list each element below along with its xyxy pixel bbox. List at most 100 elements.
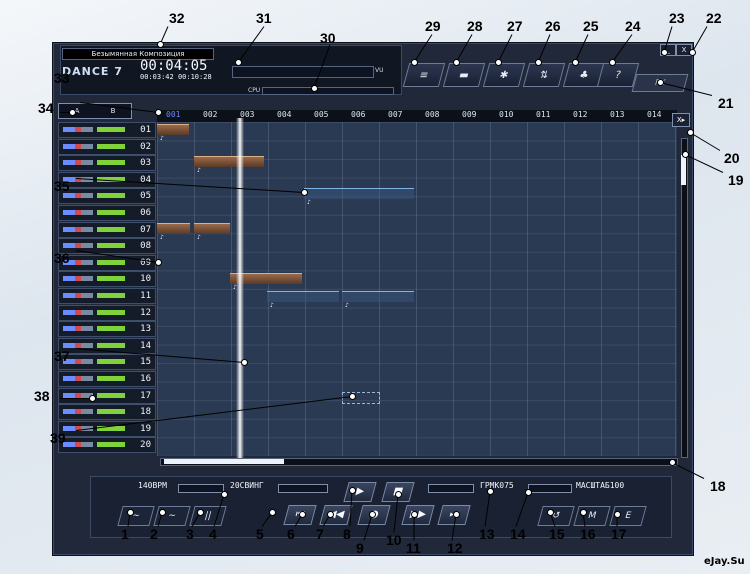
track-row[interactable]: 10	[58, 271, 156, 288]
sample-block[interactable]: ♪	[304, 188, 414, 206]
sample-block[interactable]: ♪	[157, 124, 189, 142]
track-row[interactable]: 02	[58, 138, 156, 155]
track-volume-slider[interactable]	[97, 326, 125, 332]
track-volume-slider[interactable]	[97, 409, 125, 415]
horizontal-scroll-thumb[interactable]	[164, 459, 284, 464]
track-mute-solo[interactable]	[63, 276, 93, 282]
track-mute-solo[interactable]	[63, 143, 93, 149]
bar-label[interactable]: 014	[647, 110, 661, 119]
sample-block[interactable]: ♪	[267, 291, 339, 309]
track-mute-solo[interactable]	[63, 226, 93, 232]
track-row[interactable]: 03	[58, 155, 156, 172]
bar-label[interactable]: 007	[388, 110, 402, 119]
bar-label[interactable]: 011	[536, 110, 550, 119]
callout-dot	[689, 49, 696, 56]
track-row[interactable]: 05	[58, 188, 156, 205]
track-mute-solo[interactable]	[63, 293, 93, 298]
track-volume-slider[interactable]	[97, 210, 125, 215]
track-row[interactable]: 01	[58, 122, 156, 138]
track-row[interactable]: 11	[58, 288, 156, 304]
track-volume-slider[interactable]	[97, 392, 125, 398]
scale-slider[interactable]	[528, 484, 572, 493]
playback-cursor[interactable]	[236, 118, 244, 458]
track-row[interactable]: 09	[58, 254, 156, 271]
rpm-slider[interactable]	[428, 484, 474, 493]
bar-ruler[interactable]	[157, 110, 677, 122]
track-row[interactable]: 15	[58, 354, 156, 371]
effects-button[interactable]: ✱	[482, 63, 526, 87]
swing-slider[interactable]	[278, 484, 328, 493]
mode-button-5[interactable]: M	[573, 506, 611, 526]
track-mute-solo[interactable]	[63, 210, 93, 215]
bar-label[interactable]: 012	[573, 110, 587, 119]
sample-block[interactable]: ♪	[342, 291, 414, 309]
mode-button-1[interactable]: ~	[117, 506, 155, 526]
track-mute-solo[interactable]	[63, 127, 93, 132]
bar-label[interactable]: 013	[610, 110, 624, 119]
mode-button-3[interactable]: ||	[189, 506, 227, 526]
track-volume-slider[interactable]	[97, 376, 125, 381]
track-volume-slider[interactable]	[97, 143, 125, 149]
track-mute-solo[interactable]	[63, 243, 93, 249]
vertical-scroll-thumb[interactable]	[681, 155, 686, 185]
track-row[interactable]: 18	[58, 404, 156, 421]
help-icon: ?	[613, 69, 623, 81]
track-volume-slider[interactable]	[97, 359, 125, 365]
folder-button[interactable]: ▬	[442, 63, 486, 87]
sample-block[interactable]: ♪	[194, 223, 230, 241]
callout-dot	[535, 59, 542, 66]
track-volume-slider[interactable]	[97, 160, 125, 166]
track-mute-solo[interactable]	[63, 326, 93, 332]
track-row[interactable]: 06	[58, 205, 156, 221]
track-volume-slider[interactable]	[97, 127, 125, 132]
sample-block[interactable]: ♪	[157, 223, 190, 241]
track-volume-slider[interactable]	[97, 293, 125, 298]
toggle-left[interactable]: A	[59, 104, 95, 118]
track-volume-slider[interactable]	[97, 276, 125, 282]
mode-button-4[interactable]: ↺	[537, 506, 575, 526]
close-track-view-button[interactable]: X▸	[672, 113, 690, 127]
track-volume-slider[interactable]	[97, 442, 125, 448]
vertical-scrollbar[interactable]	[681, 138, 688, 458]
bar-label[interactable]: 009	[462, 110, 476, 119]
callout-dot	[669, 459, 676, 466]
track-row[interactable]: 12	[58, 304, 156, 321]
callout-dot	[682, 151, 689, 158]
track-volume-slider[interactable]	[97, 193, 125, 199]
track-row[interactable]: 07	[58, 221, 156, 238]
track-row[interactable]: 19	[58, 420, 156, 437]
bar-label[interactable]: 005	[314, 110, 328, 119]
bar-label[interactable]: 010	[499, 110, 513, 119]
track-mute-solo[interactable]	[63, 442, 93, 448]
track-mute-solo[interactable]	[63, 193, 93, 199]
sample-block[interactable]: ♪	[194, 156, 264, 174]
sample-placeholder[interactable]	[342, 392, 380, 404]
bpm-slider[interactable]	[178, 484, 224, 493]
play-button[interactable]: ▶	[343, 482, 377, 502]
track-mute-solo[interactable]	[63, 160, 93, 166]
track-volume-slider[interactable]	[97, 243, 125, 249]
bar-label[interactable]: 006	[351, 110, 365, 119]
callout-dot	[411, 511, 418, 518]
time-display: 00:04:05	[140, 58, 208, 74]
list-button[interactable]: ≡	[402, 63, 446, 87]
track-row[interactable]: 16	[58, 371, 156, 387]
track-row[interactable]: 20	[58, 437, 156, 454]
forward-button[interactable]: ▶▶	[401, 505, 435, 525]
track-mute-solo[interactable]	[63, 409, 93, 415]
callout-number: 22	[706, 10, 722, 26]
track-mute-solo[interactable]	[63, 376, 93, 381]
bar-label[interactable]: 002	[203, 110, 217, 119]
bar-label[interactable]: 004	[277, 110, 291, 119]
track-volume-slider[interactable]	[97, 226, 125, 232]
track-row[interactable]: 17	[58, 387, 156, 404]
track-volume-slider[interactable]	[97, 342, 125, 348]
mixer-button[interactable]: ⇅	[522, 63, 566, 87]
bar-label[interactable]: 008	[425, 110, 439, 119]
bar-label[interactable]: 001	[166, 110, 180, 119]
track-mute-solo[interactable]	[63, 309, 93, 315]
track-row[interactable]: 13	[58, 321, 156, 338]
track-volume-slider[interactable]	[97, 309, 125, 315]
track-volume-slider[interactable]	[97, 259, 125, 265]
track-row[interactable]: 08	[58, 238, 156, 255]
